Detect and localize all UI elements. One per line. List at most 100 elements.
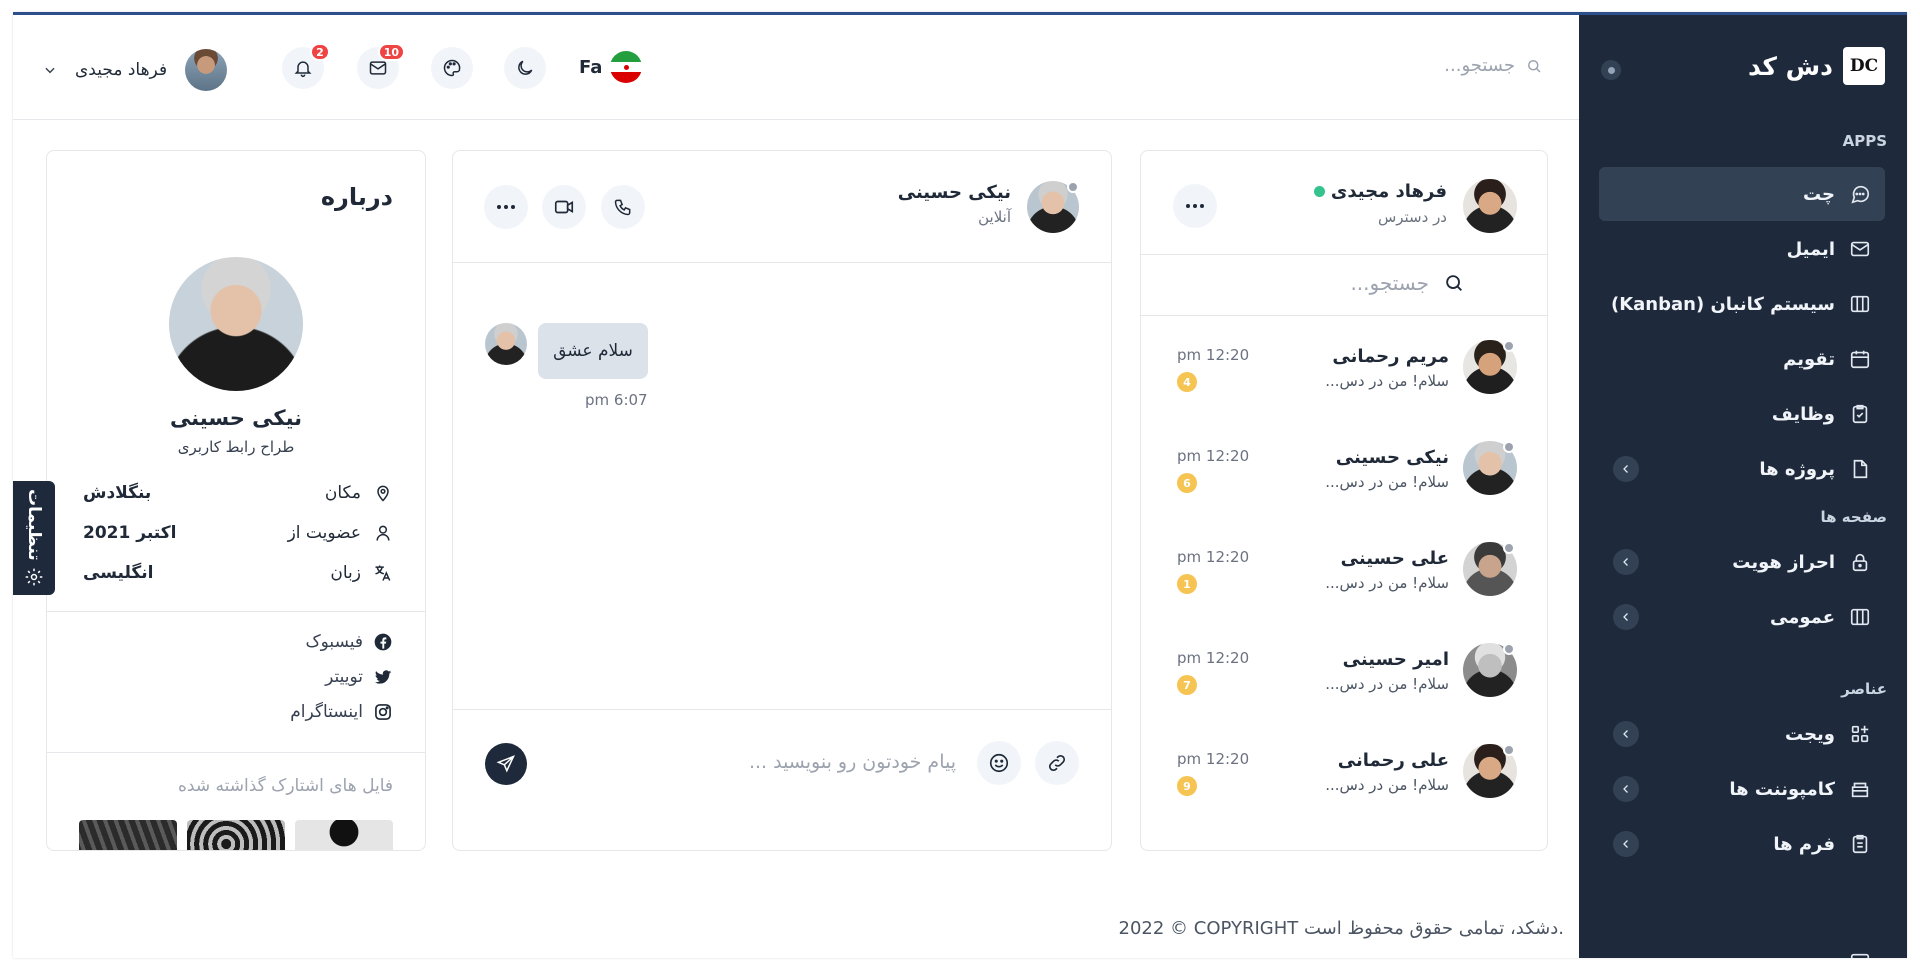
language-selector[interactable]: Fa <box>579 51 643 83</box>
chevron-left-icon[interactable] <box>1613 549 1639 575</box>
social-link-twitter[interactable]: توییتر <box>325 667 393 687</box>
contact-last-message: سلام! من در دس... <box>1325 372 1449 390</box>
message-input[interactable]: پیام خودتون رو بنویسید ... <box>749 751 956 773</box>
avatar <box>1463 179 1517 233</box>
contact-time: pm 12:20 <box>1177 346 1250 364</box>
box-icon <box>1851 782 1869 798</box>
online-status-dot <box>1313 186 1325 197</box>
chevron-down-icon <box>45 67 55 74</box>
sidebar-item-general[interactable]: عمومی <box>1599 590 1885 644</box>
smile-icon <box>989 753 1009 773</box>
shared-file-thumbnail[interactable] <box>187 820 285 850</box>
theme-palette-button[interactable] <box>431 47 473 89</box>
sidebar-item-label: احراز هویت <box>1732 551 1835 573</box>
more-options-button[interactable] <box>1173 184 1217 228</box>
dark-mode-button[interactable] <box>504 47 546 89</box>
contact-item[interactable]: مریم رحمانی سلام! من در دس... pm 12:20 4 <box>1177 338 1517 398</box>
table-icon <box>1850 953 1870 958</box>
attach-link-button[interactable] <box>1035 741 1079 785</box>
brand-name: دش کد <box>1747 51 1833 81</box>
notification-count-badge: 2 <box>310 43 330 61</box>
dot-icon <box>1607 66 1615 74</box>
contacts-search-input[interactable]: جستجو... <box>1350 271 1429 295</box>
sidebar-item-forms[interactable]: فرم ها <box>1599 817 1885 871</box>
contacts-panel: فرهاد مجیدی در دسترس جستجو... مریم رحمان… <box>1140 150 1548 851</box>
sidebar-item-chat[interactable]: چت <box>1599 167 1885 221</box>
sidebar-item-label: ویجت <box>1785 723 1835 745</box>
contact-name: علی رحمانی <box>1337 750 1449 771</box>
sidebar-item-tasks[interactable]: وظایف <box>1599 387 1885 441</box>
divider <box>47 752 425 753</box>
profile-avatar <box>169 257 303 391</box>
chat-more-button[interactable] <box>484 185 528 229</box>
user-menu[interactable]: فرهاد مجیدی <box>43 49 228 91</box>
about-value: انگلیسی <box>83 563 154 583</box>
sidebar-item-email[interactable]: ایمیل <box>1599 222 1885 276</box>
chevron-left-icon[interactable] <box>1613 776 1639 802</box>
shared-file-thumbnail[interactable] <box>79 820 177 850</box>
columns-icon <box>1850 608 1870 626</box>
social-link-instagram[interactable]: اینستاگرام <box>290 702 393 722</box>
contact-item[interactable]: علی حسینی سلام! من در دس... pm 12:20 1 <box>1177 540 1517 600</box>
about-label: عضویت از <box>287 523 361 543</box>
search-input[interactable]: جستجو... <box>1444 55 1515 76</box>
twitter-icon <box>374 670 392 684</box>
video-call-button[interactable] <box>542 185 586 229</box>
section-title-elements: عناصر <box>1841 680 1887 698</box>
sidebar-item-components[interactable]: کامپوننت ها <box>1599 762 1885 816</box>
mail-icon <box>369 61 387 75</box>
brand[interactable]: DC دش کد <box>1748 47 1885 85</box>
unread-count-badge: 1 <box>1177 574 1197 594</box>
calendar-icon <box>1850 350 1870 369</box>
sidebar-item-widgets[interactable]: ویجت <box>1599 707 1885 761</box>
chat-contact-name: نیکی حسینی <box>897 182 1011 203</box>
chevron-left-icon[interactable] <box>1613 721 1639 747</box>
contacts-search[interactable]: جستجو... <box>1350 271 1465 295</box>
mail-button[interactable]: 10 <box>357 43 405 89</box>
chevron-left-icon[interactable] <box>1613 604 1639 630</box>
notifications-button[interactable]: 2 <box>282 43 330 89</box>
sidebar-item-label: سیستم کانبان (Kanban) <box>1610 293 1835 315</box>
contact-item[interactable]: امیر حسینی سلام! من در دس... pm 12:20 7 <box>1177 641 1517 701</box>
search-icon <box>1446 275 1462 291</box>
header-search[interactable]: جستجو... <box>1444 55 1543 76</box>
contact-last-message: سلام! من در دس... <box>1325 574 1449 592</box>
status-dot <box>1067 181 1079 193</box>
translate-icon <box>375 565 391 581</box>
sidebar-item-label: فرم ها <box>1773 833 1835 855</box>
search-icon <box>1528 59 1541 73</box>
more-horizontal-icon <box>1186 204 1204 208</box>
chevron-left-icon[interactable] <box>1613 456 1639 482</box>
social-link-facebook[interactable]: فیسبوک <box>305 632 393 652</box>
about-member-since-row: عضویت از اکتبر 2021 <box>83 518 393 548</box>
contact-item[interactable]: علی رحمانی سلام! من در دس... pm 12:20 9 <box>1177 742 1517 802</box>
sidebar-pin-toggle[interactable] <box>1601 60 1621 80</box>
contact-time: pm 12:20 <box>1177 750 1250 768</box>
message-time: pm 6:07 <box>585 391 648 409</box>
sidebar-item-calendar[interactable]: تقویم <box>1599 332 1885 386</box>
settings-drawer-tab[interactable]: تنظیمات <box>13 481 55 595</box>
kanban-icon <box>1850 295 1870 313</box>
emoji-button[interactable] <box>977 741 1021 785</box>
settings-tab-label: تنظیمات <box>24 489 44 561</box>
status-dot <box>1503 643 1515 655</box>
voice-call-button[interactable] <box>601 185 645 229</box>
about-label: زبان <box>330 563 361 583</box>
status-dot <box>1503 340 1515 352</box>
video-icon <box>554 200 574 214</box>
iran-flag-icon <box>610 51 643 83</box>
contact-item[interactable]: نیکی حسینی سلام! من در دس... pm 12:20 6 <box>1177 439 1517 499</box>
sidebar-item-kanban[interactable]: سیستم کانبان (Kanban) <box>1599 277 1885 331</box>
chevron-left-icon[interactable] <box>1613 831 1639 857</box>
shared-file-thumbnail[interactable] <box>295 820 393 850</box>
sidebar-item-projects[interactable]: پروژه ها <box>1599 442 1885 496</box>
mail-count-badge: 10 <box>377 43 405 61</box>
contact-name: نیکی حسینی <box>1335 447 1449 468</box>
sidebar-item-partial[interactable] <box>1599 935 1885 958</box>
status-dot <box>1503 441 1515 453</box>
divider <box>1141 254 1547 255</box>
bell-icon <box>294 61 312 78</box>
contact-name: مریم رحمانی <box>1332 346 1449 367</box>
sidebar-item-auth[interactable]: احراز هویت <box>1599 535 1885 589</box>
send-button[interactable] <box>485 743 527 785</box>
